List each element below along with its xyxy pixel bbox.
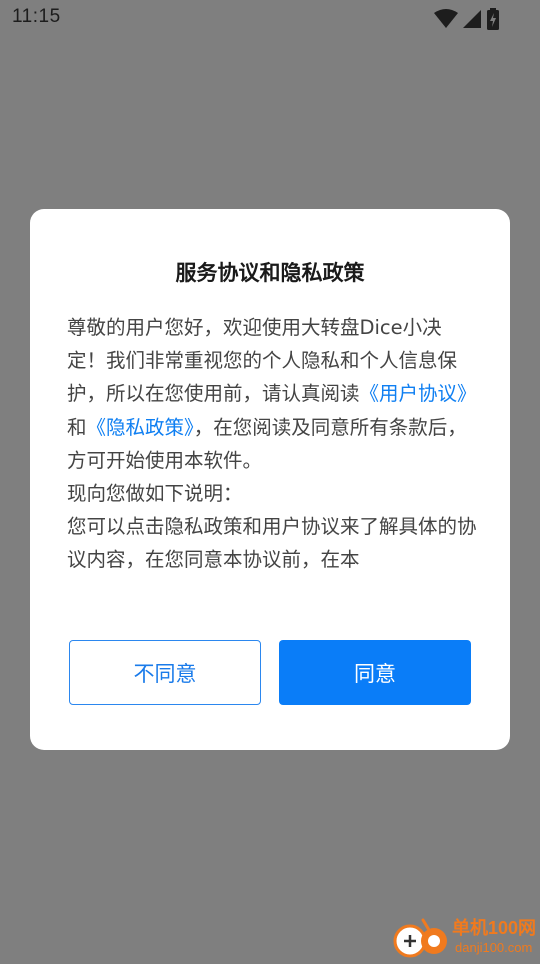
- battery-charging-icon: [486, 8, 500, 34]
- watermark-url: danji100.com: [455, 940, 533, 955]
- disagree-button[interactable]: 不同意: [69, 640, 261, 705]
- cellular-signal-icon: [462, 9, 482, 33]
- watermark-brand: 单机100网: [452, 918, 537, 938]
- wifi-icon: [434, 9, 458, 33]
- dialog-body[interactable]: 尊敬的用户您好，欢迎使用大转盘Dice小决定！我们非常重视您的个人隐私和个人信息…: [67, 311, 477, 611]
- notice-heading: 现向您做如下说明：: [67, 482, 243, 506]
- status-icons: [434, 8, 500, 34]
- agree-button[interactable]: 同意: [279, 640, 471, 705]
- notice-text: 您可以点击隐私政策和用户协议来了解具体的协议内容，在您同意本协议前，在本: [67, 515, 477, 572]
- user-agreement-link[interactable]: 《用户协议》: [360, 382, 477, 405]
- and-text: 和: [67, 415, 87, 439]
- privacy-policy-link[interactable]: 《隐私政策》: [87, 416, 194, 439]
- watermark: 单机100网 danji100.com: [393, 913, 540, 960]
- watermark-logo-icon: [393, 916, 451, 964]
- status-time: 11:15: [12, 6, 61, 27]
- agreement-dialog: 服务协议和隐私政策 尊敬的用户您好，欢迎使用大转盘Dice小决定！我们非常重视您…: [30, 209, 510, 750]
- status-bar: 11:15: [0, 0, 540, 36]
- dialog-title: 服务协议和隐私政策: [175, 261, 365, 285]
